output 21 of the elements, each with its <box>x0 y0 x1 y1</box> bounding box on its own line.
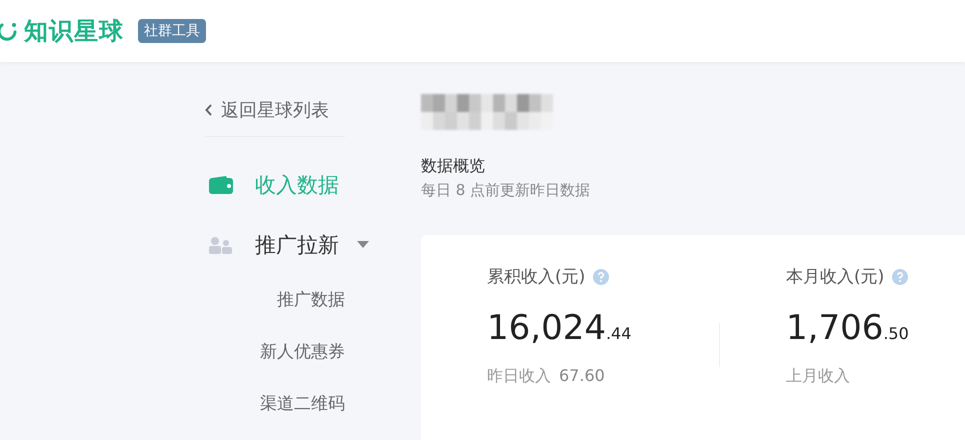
smile-logo-icon <box>0 20 18 42</box>
help-icon[interactable] <box>593 268 610 284</box>
chevron-left-icon <box>205 104 213 116</box>
stat-value: 16,024.44 <box>487 308 632 348</box>
sub-nav-item[interactable]: 新人优惠券 <box>260 337 345 389</box>
section-note: 每日 8 点前更新昨日数据 <box>421 181 592 200</box>
nav-item[interactable]: 推广拉新 <box>205 225 345 265</box>
logo-text: 知识星球 <box>24 16 124 47</box>
people-icon <box>209 236 233 254</box>
stat-label: 本月收入(元) <box>786 266 884 288</box>
wallet-icon <box>209 176 233 194</box>
sub-nav-item[interactable]: 渠道二维码 <box>260 389 345 440</box>
stat-label: 累积收入(元) <box>487 266 586 288</box>
section-title: 数据概览 <box>421 156 486 177</box>
stat-value: 1,706.50 <box>786 308 910 348</box>
back-link[interactable]: 返回星球列表 <box>205 98 345 136</box>
help-icon[interactable] <box>892 268 908 284</box>
stat-footer: 昨日收入 67.60 <box>487 366 719 387</box>
sub-nav-item[interactable]: 推广数据 <box>277 285 345 337</box>
stat-footer: 上月收入 <box>786 366 965 387</box>
tool-badge: 社群工具 <box>138 19 206 43</box>
